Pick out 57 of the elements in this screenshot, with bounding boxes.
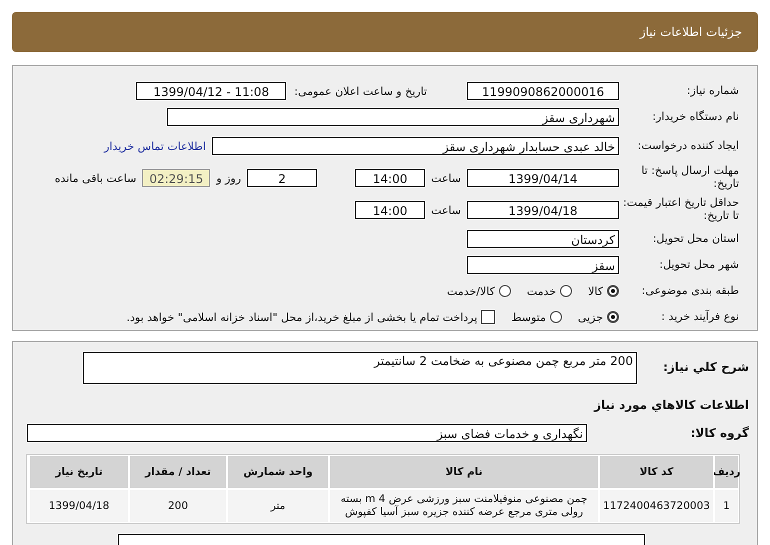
column-header: تاریخ نیاز (29, 455, 129, 489)
field-label: ایجاد کننده درخواست: (636, 140, 740, 152)
radio-button[interactable] (560, 285, 572, 297)
field-label: تاریخ و ساعت اعلان عمومی: (294, 84, 427, 98)
column-header: نام کالا (329, 455, 599, 489)
field-label: شهر محل تحویل: (658, 258, 740, 272)
radio-button[interactable] (550, 311, 562, 323)
column-header: واحد شمارش (227, 455, 329, 489)
field-label: استان محل تحویل: (652, 232, 740, 246)
radio-button[interactable] (607, 311, 619, 323)
column-header: کد کالا (599, 455, 714, 489)
field-label: شماره نیاز: (686, 84, 740, 98)
buyer-contact-link[interactable]: اطلاعات تماس خریدار (104, 140, 206, 152)
field-label: طبقه بندی موضوعی: (640, 284, 740, 298)
page-title: جزئیات اطلاعات نیاز (640, 25, 742, 39)
field-label: نام دستگاه خریدار: (651, 110, 740, 124)
checkbox[interactable] (481, 310, 496, 324)
need-number-field: 1199090862000016 (467, 82, 619, 100)
days-field: 2 (247, 169, 318, 187)
days-label: روز و (216, 172, 242, 184)
requester-field: خالد عبدی حسابدار شهرداری سقز (212, 137, 619, 155)
deadline-date-field: 1399/04/14 (467, 169, 619, 187)
radio-button[interactable] (498, 285, 511, 297)
field-label: شرح کلي نياز: (662, 359, 750, 374)
table-cell: 1399/04/18 (29, 489, 129, 523)
field-label: حداقل تاریخ اعتبار قیمت: تا تاریخ: (622, 197, 740, 223)
validity-date-field: 1399/04/18 (467, 201, 619, 219)
announce-date-field: 1399/04/12 - 11:08 (136, 82, 286, 100)
column-header: تعداد / مقدار (129, 455, 227, 489)
radio-label: متوسط (511, 310, 546, 324)
validity-time-field: 14:00 (355, 201, 426, 219)
province-field: کردستان (467, 230, 619, 248)
city-field: سقز (467, 256, 619, 274)
column-header: ردیف (714, 455, 739, 489)
table-cell: چمن مصنوعی منوفیلامنت سبز ورزشی عرض m 4 بسته رولی متری مرجع عرضه کننده جزیره سبز آسیا کفپوش (329, 489, 599, 523)
description-field: 200 متر مربع چمن مصنوعی به ضخامت 2 سانتیمتر (83, 352, 637, 384)
remaining-time-field: 02:29:15 (142, 169, 210, 187)
deadline-time-field: 14:00 (355, 169, 426, 187)
radio-label: کالا (588, 284, 603, 298)
radio-label: جزیی (578, 310, 603, 324)
radio-button[interactable] (607, 285, 619, 297)
table-cell: 1172400463720003 (599, 489, 714, 523)
time-label: ساعت (431, 204, 461, 216)
table-cell: متر (227, 489, 329, 523)
table-cell: 1 (714, 489, 739, 523)
field-label: نوع فرآیند خرید : (660, 310, 740, 324)
section-heading: اطلاعات کالاهاي مورد نياز (594, 397, 750, 412)
buyer-org-field: شهرداری سقز (167, 108, 619, 126)
table-cell: 200 (129, 489, 227, 523)
radio-label: خدمت (526, 284, 556, 298)
field-label: مهلت ارسال پاسخ: تا تاریخ: (640, 165, 740, 191)
field-label: گروه کالا: (690, 426, 750, 440)
goods-group-field: نگهداری و خدمات فضای سبز (27, 424, 587, 442)
checkbox-label: پرداخت تمام یا بخشی از مبلغ خرید،از محل "اسناد خزانه اسلامی" خواهد بود. (126, 310, 478, 324)
remaining-label: ساعت باقی مانده (54, 172, 136, 184)
time-label: ساعت (431, 172, 461, 184)
radio-label: کالا/خدمت (447, 284, 495, 298)
